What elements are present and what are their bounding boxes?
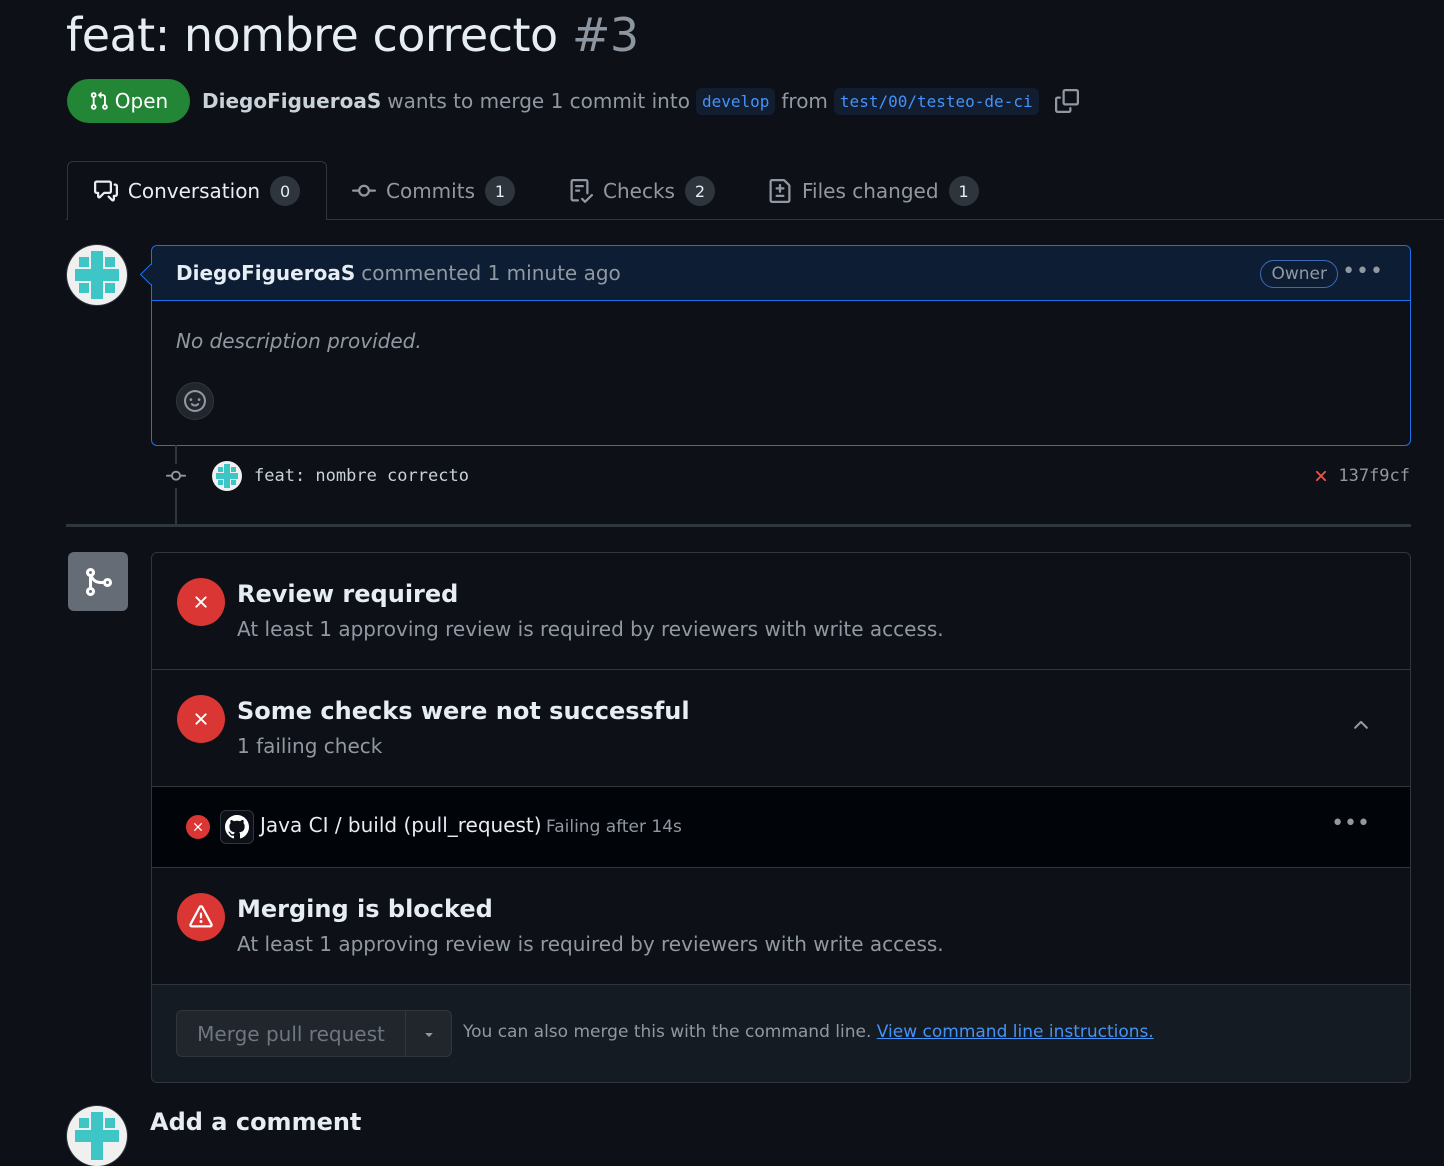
x-circle-icon <box>177 695 225 743</box>
review-required-subtitle: At least 1 approving review is required … <box>237 617 944 641</box>
tab-commits-label: Commits <box>386 179 475 203</box>
owner-badge: Owner <box>1260 260 1338 288</box>
check-run-status: Failing after 14s <box>546 817 682 837</box>
comment-header: DiegoFigueroaS commented 1 minute ago Ow… <box>152 246 1410 301</box>
comment-body: No description provided. <box>176 329 422 353</box>
pr-number: #3 <box>571 8 639 62</box>
review-required-section: Review required At least 1 approving rev… <box>152 553 1410 670</box>
checks-title: Some checks were not successful <box>237 697 690 725</box>
tab-files-changed-label: Files changed <box>802 179 939 203</box>
git-commit-icon <box>160 464 192 488</box>
merge-button-group: Merge pull request <box>176 1010 452 1057</box>
merge-pull-request-button[interactable]: Merge pull request <box>177 1011 406 1056</box>
checks-section[interactable]: Some checks were not successful 1 failin… <box>152 670 1410 787</box>
command-line-instructions-link[interactable]: View command line instructions. <box>877 1022 1154 1042</box>
pr-meta: DiegoFigueroaS wants to merge 1 commit i… <box>202 84 1079 118</box>
tab-files-changed-count: 1 <box>948 176 979 206</box>
merge-method-dropdown[interactable] <box>406 1011 451 1056</box>
merging-blocked-subtitle: At least 1 approving review is required … <box>237 932 944 956</box>
checklist-icon <box>569 179 593 203</box>
commit-sha-area: 137f9cf <box>1312 466 1410 486</box>
add-comment-heading: Add a comment <box>150 1108 362 1136</box>
checks-subtitle: 1 failing check <box>237 734 383 758</box>
timeline-commit: feat: nombre correcto 137f9cf <box>160 456 1410 496</box>
avatar[interactable] <box>67 245 127 305</box>
merge-hint: You can also merge this with the command… <box>463 1022 1154 1042</box>
kebab-horizontal-icon[interactable]: ••• <box>1331 811 1370 836</box>
merge-actions: Merge pull request You can also merge th… <box>152 985 1410 1082</box>
add-reaction-button[interactable] <box>176 382 214 420</box>
pr-state-badge: Open <box>67 79 190 123</box>
copy-icon[interactable] <box>1054 89 1079 113</box>
x-circle-icon <box>177 578 225 626</box>
commit-sha[interactable]: 137f9cf <box>1338 466 1410 486</box>
check-failed-icon <box>186 815 210 839</box>
merging-blocked-title: Merging is blocked <box>237 895 493 923</box>
git-merge-icon <box>82 566 114 598</box>
smiley-icon <box>184 390 206 412</box>
pr-description-comment: DiegoFigueroaS commented 1 minute ago Ow… <box>139 245 1411 446</box>
pr-merge-text: wants to merge 1 commit into <box>387 89 690 113</box>
tab-files-changed[interactable]: Files changed 1 <box>768 162 979 220</box>
review-required-title: Review required <box>237 580 459 608</box>
kebab-horizontal-icon[interactable]: ••• <box>1342 259 1384 284</box>
git-commit-icon <box>352 179 376 203</box>
comment-discussion-icon <box>93 179 118 203</box>
pr-state-label: Open <box>114 89 169 113</box>
merge-hint-text: You can also merge this with the command… <box>463 1022 872 1042</box>
pr-author-link[interactable]: DiegoFigueroaS <box>202 89 381 113</box>
base-branch[interactable]: develop <box>695 87 776 115</box>
git-pull-request-icon <box>89 91 109 111</box>
head-branch[interactable]: test/00/testeo-de-ci <box>833 87 1039 115</box>
tab-conversation-count: 0 <box>270 176 301 206</box>
x-icon[interactable] <box>1312 467 1330 485</box>
comment-author[interactable]: DiegoFigueroaS <box>176 261 355 285</box>
triangle-down-icon <box>421 1026 437 1042</box>
merge-box: Review required At least 1 approving rev… <box>151 552 1411 1083</box>
merge-status-icon-box <box>68 552 128 611</box>
alert-icon <box>177 893 225 941</box>
pr-title-text: feat: nombre correcto <box>66 8 558 62</box>
merging-blocked-section: Merging is blocked At least 1 approving … <box>152 868 1410 985</box>
pr-title: feat: nombre correcto #3 <box>66 8 639 62</box>
commit-message-link[interactable]: feat: nombre correcto <box>254 466 469 486</box>
github-icon <box>220 810 254 844</box>
comment-timestamp[interactable]: commented 1 minute ago <box>361 261 621 285</box>
check-run-row[interactable]: Java CI / build (pull_request) Failing a… <box>152 787 1410 868</box>
tab-checks-label: Checks <box>603 179 675 203</box>
check-run-name[interactable]: Java CI / build (pull_request) <box>260 813 542 837</box>
chevron-up-icon[interactable] <box>1350 714 1372 736</box>
tab-conversation-label: Conversation <box>127 179 261 203</box>
tab-conversation[interactable]: Conversation 0 <box>67 161 327 220</box>
tab-checks[interactable]: Checks 2 <box>569 162 715 220</box>
tab-commits[interactable]: Commits 1 <box>352 162 515 220</box>
current-user-avatar[interactable] <box>67 1106 127 1166</box>
tab-checks-count: 2 <box>684 176 715 206</box>
file-diff-icon <box>768 179 792 203</box>
pr-from-text: from <box>781 89 828 113</box>
timeline-divider <box>66 524 1411 527</box>
commit-avatar[interactable] <box>212 461 242 491</box>
tab-commits-count: 1 <box>484 176 515 206</box>
